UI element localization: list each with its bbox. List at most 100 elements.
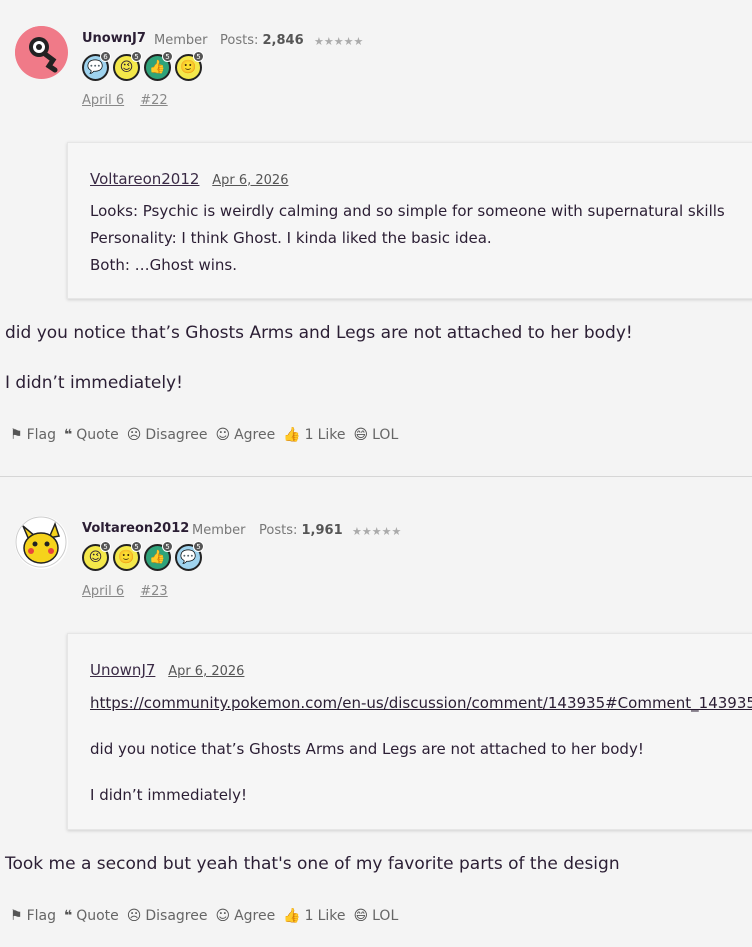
post-count: Posts: 1,961	[259, 523, 343, 538]
quote-author-link[interactable]: Voltareon2012	[90, 170, 199, 188]
post-date-line: April 6 #23	[82, 584, 180, 599]
pikachu-avatar-icon	[15, 516, 67, 568]
disagree-button[interactable]: ☹ Disagree	[127, 908, 208, 924]
flag-label: Flag	[26, 427, 56, 443]
like-button[interactable]: 👍 1 Like	[283, 427, 345, 443]
speech-badge-icon[interactable]: 💬 6	[82, 51, 111, 81]
badge-count: 5	[131, 51, 142, 62]
badge-list: 💬 6 😉 5 👍 5 🙂 5	[82, 51, 204, 81]
post-actions: ⚑ Flag ❝ Quote ☹ Disagree ☺ Agree 👍 1 Like 😄 LO…	[10, 908, 406, 924]
post-date-link[interactable]: April 6	[82, 93, 124, 108]
smile-badge-icon[interactable]: 🙂 5	[113, 541, 142, 571]
lol-button[interactable]: 😄 LOL	[354, 427, 399, 443]
like-label: Like	[317, 427, 346, 443]
post-actions: ⚑ Flag ❝ Quote ☹ Disagree ☺ Agree 👍 1 Like 😄 LO…	[10, 427, 406, 443]
thumbs-up-icon: 👍	[283, 908, 301, 924]
agree-label: Agree	[234, 427, 276, 443]
wink-badge-icon[interactable]: 😉 5	[113, 51, 142, 81]
badge-count: 5	[193, 51, 204, 62]
avatar-voltareon2012[interactable]	[15, 516, 68, 569]
badge-list: 😉 5 🙂 5 👍 5 💬 5	[82, 541, 204, 571]
post-23: Voltareon2012 Member Posts: 1,961 ★★★★★ …	[0, 477, 752, 947]
username[interactable]: Voltareon2012	[82, 521, 189, 536]
flag-label: Flag	[26, 908, 56, 924]
smile-icon: ☺	[215, 427, 231, 443]
quote-date-link[interactable]: Apr 6, 2026	[212, 173, 288, 188]
badge-count: 5	[131, 541, 142, 552]
badge-count: 5	[100, 541, 111, 552]
frown-icon: ☹	[126, 908, 142, 924]
quote-icon: ❝	[63, 427, 73, 443]
disagree-label: Disagree	[145, 427, 208, 443]
quote-line: did you notice that’s Ghosts Arms and Le…	[90, 740, 644, 758]
post-date-link[interactable]: April 6	[82, 584, 124, 599]
post-paragraph: Took me a second but yeah that's one of …	[5, 854, 620, 874]
post-number-link[interactable]: #22	[140, 93, 167, 108]
smile-icon: ☺	[215, 908, 231, 924]
flag-icon: ⚑	[10, 427, 23, 443]
badge-count: 6	[100, 51, 111, 62]
lol-label: LOL	[372, 427, 399, 443]
like-label: Like	[317, 908, 346, 924]
speech-badge-icon[interactable]: 💬 5	[175, 541, 204, 571]
quote-block: UnownJ7 Apr 6, 2026 https://community.po…	[67, 633, 752, 830]
agree-label: Agree	[234, 908, 276, 924]
user-role: Member	[192, 523, 246, 538]
rank-stars: ★★★★★	[314, 35, 364, 48]
agree-button[interactable]: ☺ Agree	[215, 427, 275, 443]
quote-line: Personality: I think Ghost. I kinda like…	[90, 229, 492, 247]
badge-count: 5	[162, 541, 173, 552]
avatar-unownj7[interactable]	[15, 26, 68, 79]
badge-count: 5	[162, 51, 173, 62]
quote-label: Quote	[76, 908, 119, 924]
thumb-badge-icon[interactable]: 👍 5	[144, 51, 173, 81]
username[interactable]: UnownJ7	[82, 31, 146, 46]
quote-author-link[interactable]: UnownJ7	[90, 661, 155, 679]
wink-badge-icon[interactable]: 😉 5	[82, 541, 111, 571]
post-paragraph: did you notice that’s Ghosts Arms and Le…	[5, 323, 633, 343]
flag-button[interactable]: ⚑ Flag	[10, 908, 56, 924]
flag-icon: ⚑	[10, 908, 23, 924]
laugh-icon: 😄	[353, 427, 369, 443]
quote-line: Looks: Psychic is weirdly calming and so…	[90, 202, 725, 220]
like-count: 1	[304, 908, 314, 924]
quote-line: Both: …Ghost wins.	[90, 256, 237, 274]
disagree-button[interactable]: ☹ Disagree	[127, 427, 208, 443]
quote-header: UnownJ7 Apr 6, 2026	[90, 661, 244, 679]
post-paragraph: I didn’t immediately!	[5, 373, 183, 393]
post-number-link[interactable]: #23	[140, 584, 167, 599]
quote-date-link[interactable]: Apr 6, 2026	[168, 664, 244, 679]
post-count: Posts: 2,846	[220, 33, 304, 48]
quote-header: Voltareon2012 Apr 6, 2026	[90, 170, 288, 188]
quote-block: Voltareon2012 Apr 6, 2026 Looks: Psychic…	[67, 142, 752, 299]
frown-icon: ☹	[126, 427, 142, 443]
quote-label: Quote	[76, 427, 119, 443]
post-22: UnownJ7 Member Posts: 2,846 ★★★★★ 💬 6 😉 5 …	[0, 0, 752, 476]
quote-url-link[interactable]: https://community.pokemon.com/en-us/disc…	[90, 692, 752, 714]
quote-button[interactable]: ❝ Quote	[64, 908, 119, 924]
like-button[interactable]: 👍 1 Like	[283, 908, 345, 924]
quote-body: Looks: Psychic is weirdly calming and so…	[90, 198, 725, 279]
post-count-value: 2,846	[262, 33, 304, 48]
laugh-icon: 😄	[353, 908, 369, 924]
thumb-badge-icon[interactable]: 👍 5	[144, 541, 173, 571]
rank-stars: ★★★★★	[352, 525, 402, 538]
post-count-label: Posts:	[220, 33, 259, 48]
thumbs-up-icon: 👍	[283, 427, 301, 443]
lol-button[interactable]: 😄 LOL	[354, 908, 399, 924]
flag-button[interactable]: ⚑ Flag	[10, 427, 56, 443]
user-role: Member	[154, 33, 208, 48]
post-date-line: April 6 #22	[82, 93, 180, 108]
badge-count: 5	[193, 541, 204, 552]
disagree-label: Disagree	[145, 908, 208, 924]
quote-line: I didn’t immediately!	[90, 786, 247, 804]
post-count-value: 1,961	[301, 523, 343, 538]
post-count-label: Posts:	[259, 523, 298, 538]
smile-badge-icon[interactable]: 🙂 5	[175, 51, 204, 81]
quote-button[interactable]: ❝ Quote	[64, 427, 119, 443]
quote-body: https://community.pokemon.com/en-us/disc…	[90, 692, 752, 806]
agree-button[interactable]: ☺ Agree	[215, 908, 275, 924]
lol-label: LOL	[372, 908, 399, 924]
quote-icon: ❝	[63, 908, 73, 924]
like-count: 1	[304, 427, 314, 443]
